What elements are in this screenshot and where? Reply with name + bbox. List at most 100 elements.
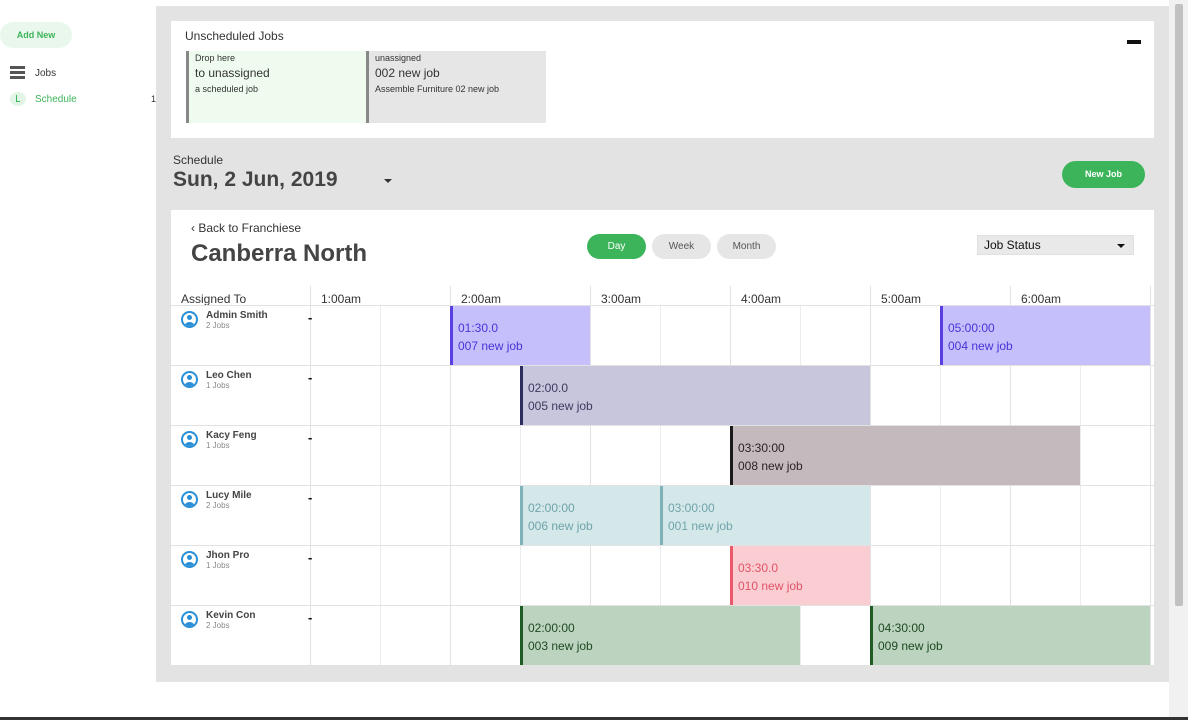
card-line-2: to unassigned	[195, 66, 270, 80]
job-time: 03:30:00	[738, 441, 785, 455]
assignee-job-count: 2 Jobs	[206, 321, 230, 330]
job-time: 01:30.0	[458, 321, 499, 335]
job-time: 04:30:00	[878, 621, 925, 635]
assignee-name: Admin Smith	[206, 310, 268, 321]
assignee-row: Kevin Con 2 Jobs -	[181, 606, 312, 666]
hour-header: 6:00am	[1021, 292, 1062, 306]
assignee-name: Lucy Mile	[206, 490, 252, 501]
job-block[interactable]: 03:30:00 008 new job	[730, 426, 1080, 485]
row-divider	[171, 665, 1154, 666]
job-block[interactable]: 03:00:00 001 new job	[660, 486, 870, 545]
month-view-button[interactable]: Month	[717, 234, 776, 259]
scrollbar[interactable]	[1169, 0, 1188, 720]
job-time: 02:00:00	[528, 621, 575, 635]
hour-header: 3:00am	[601, 292, 642, 306]
assignee-job-count: 1 Jobs	[206, 561, 230, 570]
job-time: 02:00:00	[528, 501, 575, 515]
job-time: 03:30.0	[738, 561, 779, 575]
collapse-row-button[interactable]: -	[308, 550, 312, 565]
schedule-panel: ‹ Back to Franchiese Canberra North Day …	[171, 210, 1154, 666]
job-block[interactable]: 04:30:00 009 new job	[870, 606, 1150, 665]
collapse-button[interactable]	[1127, 40, 1141, 44]
job-block[interactable]: 05:00:00 004 new job	[940, 306, 1150, 365]
card-line-1: Drop here	[195, 53, 236, 63]
job-title: 008 new job	[738, 459, 803, 473]
assignee-job-count: 1 Jobs	[206, 441, 230, 450]
job-block[interactable]: 02:00:00 003 new job	[520, 606, 800, 665]
user-avatar-icon	[181, 371, 198, 388]
collapse-row-button[interactable]: -	[308, 430, 312, 445]
collapse-row-button[interactable]: -	[308, 610, 312, 625]
hour-header: 4:00am	[741, 292, 782, 306]
job-block[interactable]: 03:30.0 010 new job	[730, 546, 870, 605]
job-time: 03:00:00	[668, 501, 715, 515]
sidebar-item-schedule[interactable]: Schedule	[10, 92, 77, 106]
assignee-name: Jhon Pro	[206, 550, 250, 561]
drop-zone-card[interactable]: Drop here to unassigned a scheduled job	[186, 51, 366, 123]
assignee-row: Admin Smith 2 Jobs -	[181, 306, 312, 366]
hour-header: 5:00am	[881, 292, 922, 306]
job-status-select[interactable]: Job Status	[977, 235, 1134, 255]
assignee-job-count: 2 Jobs	[206, 501, 230, 510]
sidebar-item-label: Schedule	[35, 93, 77, 105]
caret-down-icon[interactable]	[384, 179, 392, 183]
user-avatar-icon	[181, 491, 198, 508]
clock-icon	[10, 92, 26, 106]
unscheduled-jobs-panel: Unscheduled Jobs Drop here to unassigned…	[171, 21, 1154, 138]
app-page: Add New Jobs Schedule 1 Unscheduled Jobs…	[0, 0, 1188, 720]
schedule-label: Schedule	[173, 153, 224, 167]
collapse-row-button[interactable]: -	[308, 490, 312, 505]
sidebar: Add New Jobs Schedule 1	[0, 0, 156, 720]
new-job-button[interactable]: New Job	[1062, 161, 1145, 188]
back-link[interactable]: ‹ Back to Franchiese	[191, 221, 301, 235]
assignee-row: Jhon Pro 1 Jobs -	[181, 546, 312, 606]
user-avatar-icon	[181, 431, 198, 448]
scrollbar-thumb[interactable]	[1175, 4, 1183, 606]
card-line-3: a scheduled job	[195, 84, 259, 94]
select-value: Job Status	[984, 238, 1041, 252]
sidebar-item-jobs[interactable]: Jobs	[10, 66, 56, 80]
job-title: 010 new job	[738, 579, 803, 593]
job-title: 004 new job	[948, 339, 1013, 353]
assignee-name: Kacy Feng	[206, 430, 257, 441]
job-block[interactable]: 01:30.0 007 new job	[450, 306, 590, 365]
assignee-row: Lucy Mile 2 Jobs -	[181, 486, 312, 546]
assignee-job-count: 2 Jobs	[206, 621, 230, 630]
add-new-button[interactable]: Add New	[0, 22, 72, 48]
sidebar-item-label: Jobs	[35, 67, 57, 79]
user-avatar-icon	[181, 311, 198, 328]
assignee-row: Kacy Feng 1 Jobs -	[181, 426, 312, 486]
user-avatar-icon	[181, 611, 198, 628]
unscheduled-title: Unscheduled Jobs	[185, 29, 284, 43]
collapse-row-button[interactable]: -	[308, 370, 312, 385]
assignee-row: Leo Chen 1 Jobs -	[181, 366, 312, 426]
hour-header: 2:00am	[461, 292, 502, 306]
hour-gridline	[310, 286, 311, 666]
assignee-job-count: 1 Jobs	[206, 381, 230, 390]
collapse-row-button[interactable]: -	[308, 310, 312, 325]
job-title: 007 new job	[458, 339, 523, 353]
card-line-1: unassigned	[375, 53, 422, 63]
user-avatar-icon	[181, 551, 198, 568]
list-icon	[10, 66, 26, 80]
week-view-button[interactable]: Week	[652, 234, 711, 259]
day-view-button[interactable]: Day	[587, 234, 646, 259]
job-time: 05:00:00	[948, 321, 995, 335]
assignee-name: Leo Chen	[206, 370, 252, 381]
hour-header: 1:00am	[321, 292, 362, 306]
assignee-name: Kevin Con	[206, 610, 256, 621]
job-title: 009 new job	[878, 639, 943, 653]
card-line-2: 002 new job	[375, 66, 440, 80]
job-title: 005 new job	[528, 399, 593, 413]
row-divider	[171, 545, 1154, 546]
main-content: Unscheduled Jobs Drop here to unassigned…	[156, 6, 1169, 682]
job-title: 003 new job	[528, 639, 593, 653]
job-time: 02:00.0	[528, 381, 569, 395]
job-title: 001 new job	[668, 519, 733, 533]
job-block[interactable]: 02:00:00 006 new job	[520, 486, 660, 545]
schedule-grid: Assigned To 1:00am 2:00am 3:00am 4:00am 5:00…	[171, 286, 1154, 666]
unassigned-job-card[interactable]: unassigned 002 new job Assemble Furnitur…	[366, 51, 546, 123]
job-block[interactable]: 02:00.0 005 new job	[520, 366, 870, 425]
location-title: Canberra North	[191, 240, 368, 267]
card-line-3: Assemble Furniture 02 new job	[375, 84, 500, 94]
